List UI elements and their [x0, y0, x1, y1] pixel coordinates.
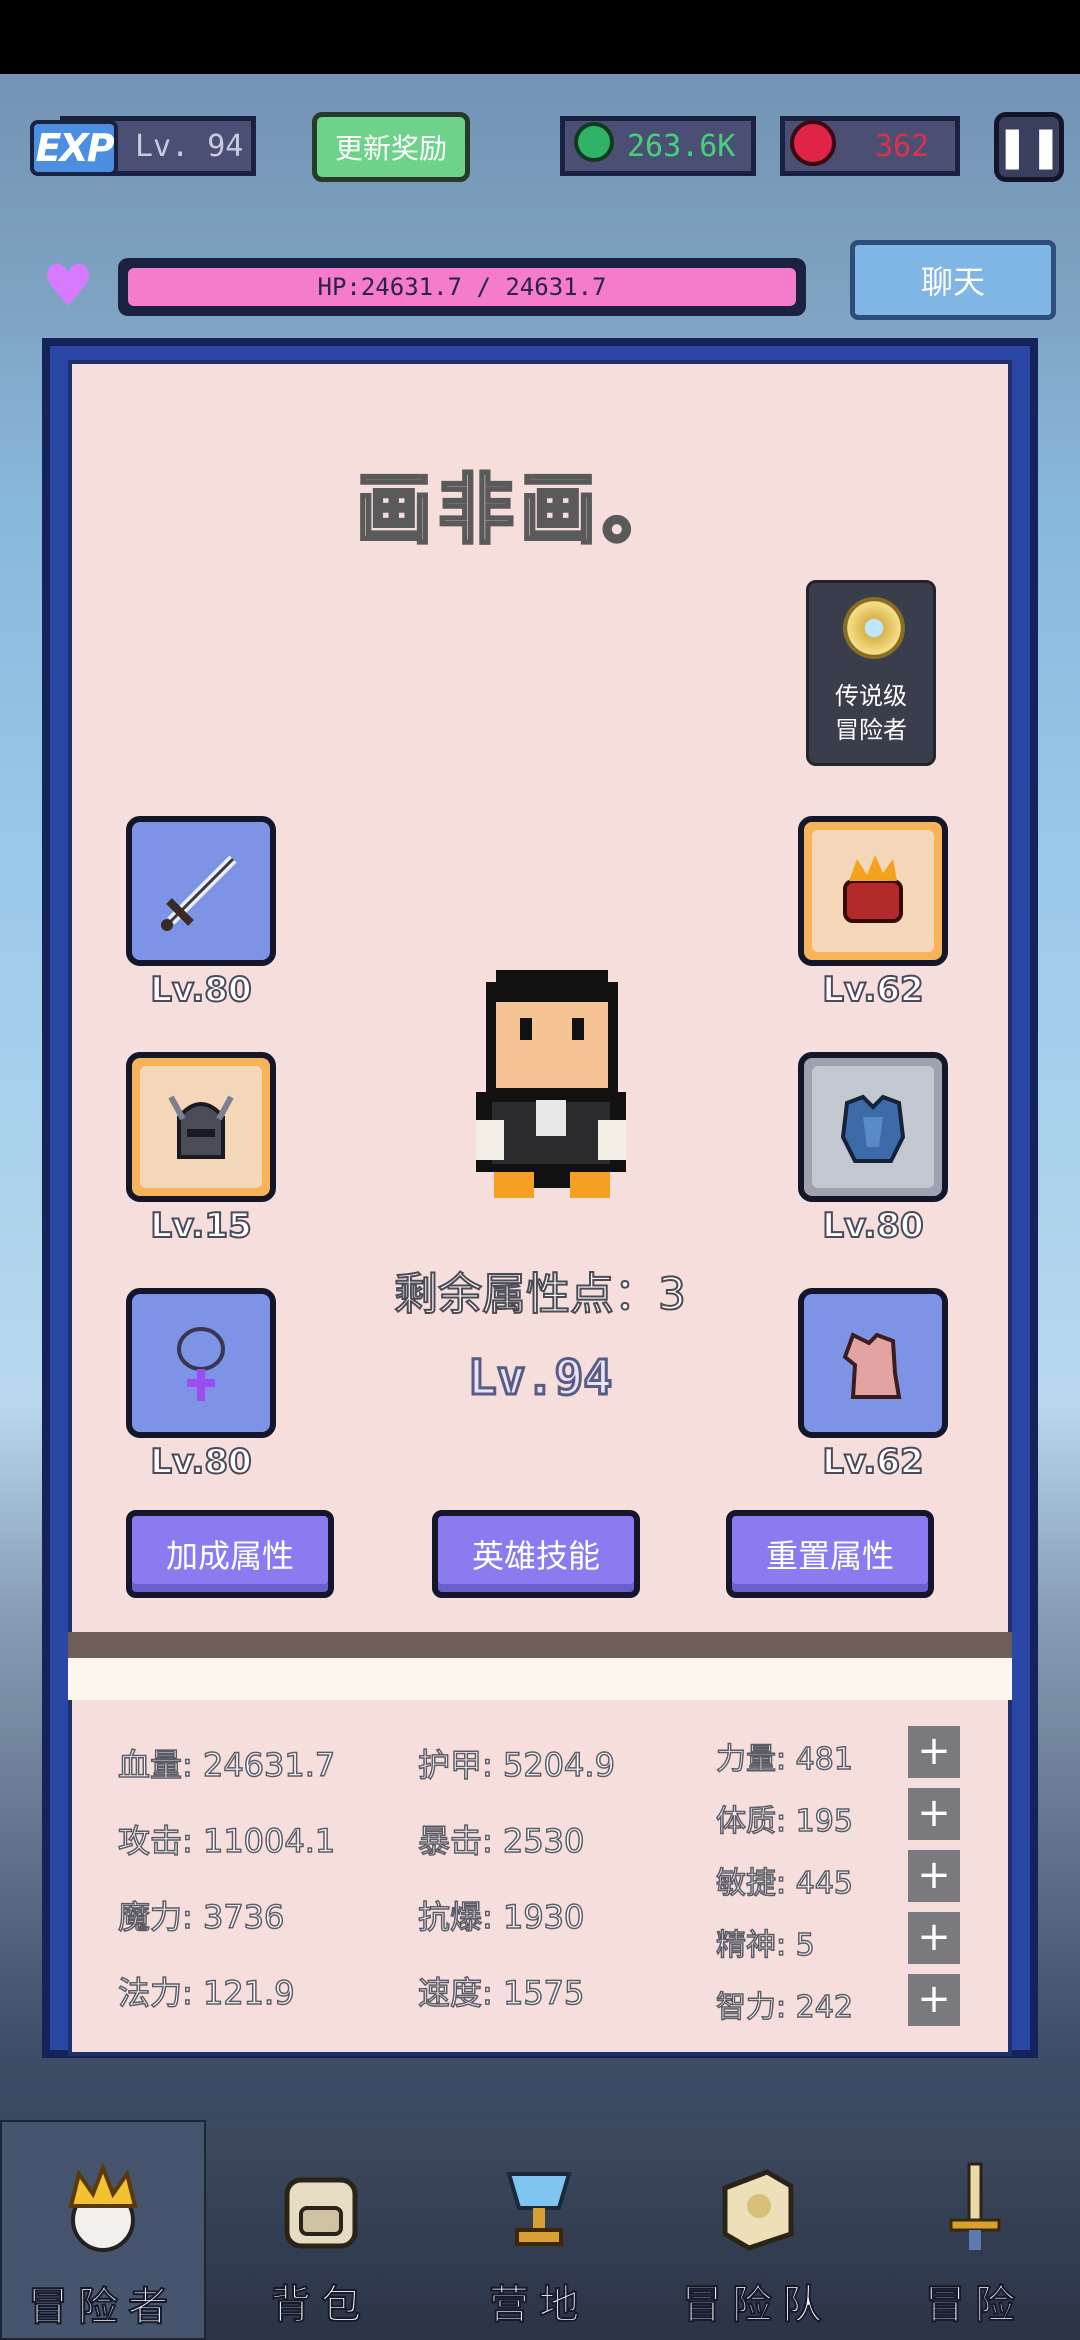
hp-fill: HP:24631.7 / 24631.7	[128, 268, 796, 306]
nav-backpack-label: 背包	[270, 2281, 371, 2329]
helmet-icon	[132, 1058, 270, 1196]
armor-icon	[804, 1058, 942, 1196]
stat-crit: 暴击: 2530	[417, 1821, 585, 1861]
hero-skills-button[interactable]: 英雄技能	[432, 1510, 640, 1598]
nav-adventure-label: 冒险	[924, 2281, 1025, 2329]
nav-camp-label: 营地	[488, 2281, 589, 2329]
add-intelligence-button[interactable]: +	[908, 1974, 960, 2026]
reset-attributes-button[interactable]: 重置属性	[726, 1510, 934, 1598]
gauntlet-level: Lv.62	[821, 969, 924, 1011]
add-strength-button[interactable]: +	[908, 1726, 960, 1778]
sword-icon	[132, 822, 270, 960]
nav-adventurer-label: 冒险者	[27, 2283, 178, 2331]
attr-agility: 敏捷: 445	[715, 1865, 853, 1902]
nav-camp[interactable]: 营地	[436, 2120, 642, 2340]
weapon-level: Lv.80	[149, 969, 252, 1011]
crown-icon	[51, 2158, 155, 2262]
exp-icon: EXP	[30, 120, 118, 176]
hero-level: Lv.94	[466, 1349, 614, 1408]
stat-armor: 护甲: 5204.9	[417, 1745, 615, 1785]
attr-intelligence: 智力: 242	[715, 1989, 853, 2026]
nav-party[interactable]: 冒险队	[654, 2120, 860, 2340]
heart-icon: ♥	[42, 252, 94, 320]
bottom-nav: 冒险者 背包 营地 冒险队 冒险	[0, 2120, 1080, 2340]
gem-count: 263.6K	[627, 128, 736, 164]
hero-sprite[interactable]	[476, 970, 626, 1204]
ruby-count: 362	[875, 128, 930, 164]
player-level: Lv. 94	[135, 128, 244, 164]
add-spirit-button[interactable]: +	[908, 1912, 960, 1964]
attr-constitution: 体质: 195	[715, 1803, 853, 1840]
add-constitution-button[interactable]: +	[908, 1788, 960, 1840]
add-agility-button[interactable]: +	[908, 1850, 960, 1902]
helmet-level: Lv.15	[149, 1205, 252, 1247]
nav-adventure[interactable]: 冒险	[872, 2120, 1078, 2340]
hp-text: HP:24631.7 / 24631.7	[317, 273, 607, 301]
hero-name: 画非画。	[355, 464, 684, 556]
equip-slot-gauntlet[interactable]	[798, 816, 948, 966]
ruby-icon	[790, 120, 836, 166]
nav-backpack[interactable]: 背包	[218, 2120, 424, 2340]
chat-button[interactable]: 聊天	[850, 240, 1056, 320]
stat-mana: 法力: 121.9	[117, 1973, 295, 2013]
stat-speed: 速度: 1575	[417, 1973, 585, 2013]
book-icon	[705, 2156, 809, 2260]
attr-spirit: 精神: 5	[715, 1927, 815, 1964]
tunic-level: Lv.62	[821, 1441, 924, 1483]
remaining-attribute-points: 剩余属性点：3	[393, 1268, 687, 1321]
attr-strength: 力量: 481	[715, 1741, 853, 1778]
emblem-icon	[843, 597, 905, 659]
stat-hp: 血量: 24631.7	[117, 1745, 336, 1785]
legendary-badge[interactable]: 传说级 冒险者	[806, 580, 936, 766]
nav-adventurer[interactable]: 冒险者	[0, 2120, 206, 2340]
panel-divider-light	[68, 1658, 1012, 1700]
pause-icon: ❚❚	[995, 124, 1063, 170]
nav-party-label: 冒险队	[681, 2281, 832, 2329]
gauntlet-icon	[804, 822, 942, 960]
legendary-line-2: 冒险者	[835, 716, 907, 744]
update-reward-button[interactable]: 更新奖励	[312, 112, 470, 182]
legendary-badge-text: 传说级 冒险者	[809, 679, 933, 747]
pause-button[interactable]: ❚❚	[994, 112, 1064, 182]
status-bar	[0, 0, 1080, 74]
hp-bar: HP:24631.7 / 24631.7	[118, 258, 806, 316]
equip-slot-weapon[interactable]	[126, 816, 276, 966]
emerald-icon	[574, 122, 614, 162]
equip-slot-armor[interactable]	[798, 1052, 948, 1202]
sword-icon	[923, 2156, 1027, 2260]
panel-divider	[68, 1632, 1012, 1658]
armor-level: Lv.80	[821, 1205, 924, 1247]
backpack-icon	[269, 2156, 373, 2260]
necklace-level: Lv.80	[149, 1441, 252, 1483]
stat-attack: 攻击: 11004.1	[117, 1821, 336, 1861]
trophy-icon	[487, 2156, 591, 2260]
legendary-line-1: 传说级	[835, 682, 907, 710]
stat-magic: 魔力: 3736	[117, 1897, 285, 1937]
equip-slot-helmet[interactable]	[126, 1052, 276, 1202]
stat-crit-resist: 抗爆: 1930	[417, 1897, 585, 1937]
bonus-attributes-button[interactable]: 加成属性	[126, 1510, 334, 1598]
